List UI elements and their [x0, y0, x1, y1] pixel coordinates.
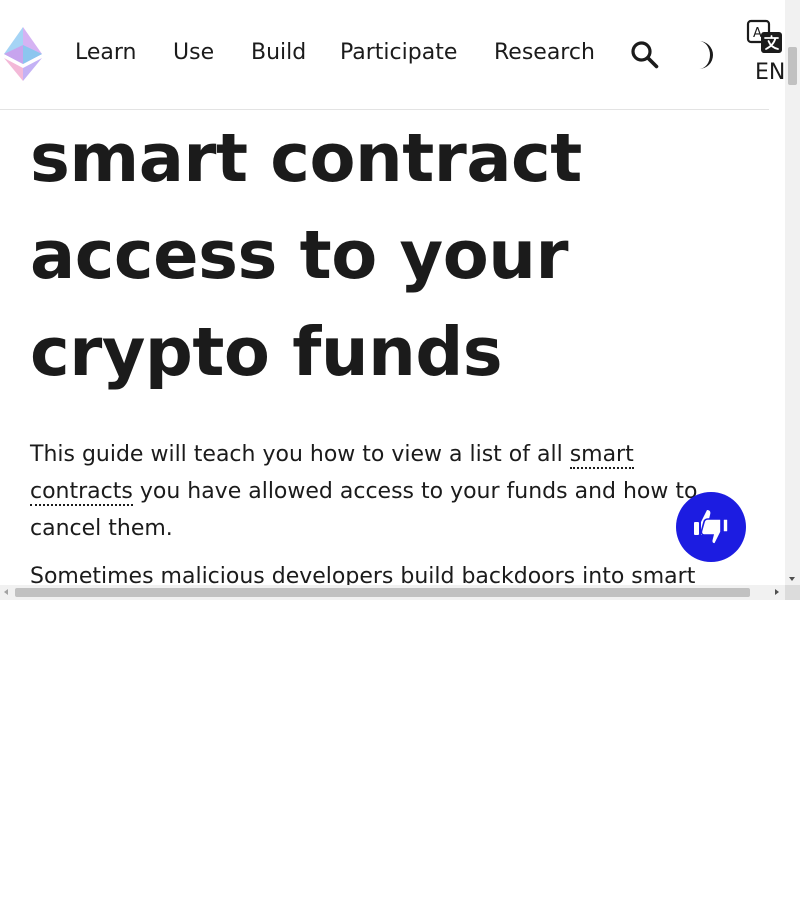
article-content: smart contract access to your crypto fun…: [30, 110, 750, 589]
title-line: crypto funds: [30, 313, 503, 391]
vertical-scrollbar[interactable]: [785, 0, 800, 585]
horizontal-scrollbar[interactable]: [0, 585, 785, 600]
nav-use[interactable]: Use: [173, 38, 214, 68]
scroll-left-arrow-icon[interactable]: [4, 589, 8, 595]
vertical-scroll-thumb[interactable]: [788, 47, 797, 85]
search-icon[interactable]: [630, 40, 659, 69]
top-navbar: Learn Use Build Participate Research A E…: [0, 0, 785, 110]
browser-viewport: Learn Use Build Participate Research A E…: [0, 0, 800, 600]
title-line: access to your: [30, 216, 569, 294]
language-picker[interactable]: A EN: [745, 18, 789, 90]
page-title: smart contract access to your crypto fun…: [30, 110, 630, 401]
scrollbar-corner: [785, 585, 800, 600]
thumbs-up-down-icon: [694, 510, 729, 545]
nav-learn[interactable]: Learn: [75, 38, 137, 68]
intro-paragraph: This guide will teach you how to view a …: [30, 436, 730, 547]
language-code: EN: [755, 60, 786, 85]
intro-text: This guide will teach you how to view a …: [30, 442, 570, 467]
theme-toggle-icon[interactable]: [691, 39, 719, 71]
svg-text:A: A: [753, 26, 762, 41]
horizontal-scroll-thumb[interactable]: [15, 588, 750, 597]
nav-build[interactable]: Build: [251, 38, 306, 68]
title-line: smart contract: [30, 119, 582, 197]
nav-research[interactable]: Research: [494, 38, 595, 68]
scroll-right-arrow-icon[interactable]: [775, 589, 779, 595]
scroll-down-arrow-icon[interactable]: [789, 577, 795, 581]
translate-icon: A: [746, 19, 784, 55]
nav-participate[interactable]: Participate: [340, 38, 457, 68]
ethereum-logo[interactable]: [4, 27, 42, 81]
feedback-button[interactable]: [676, 492, 746, 562]
